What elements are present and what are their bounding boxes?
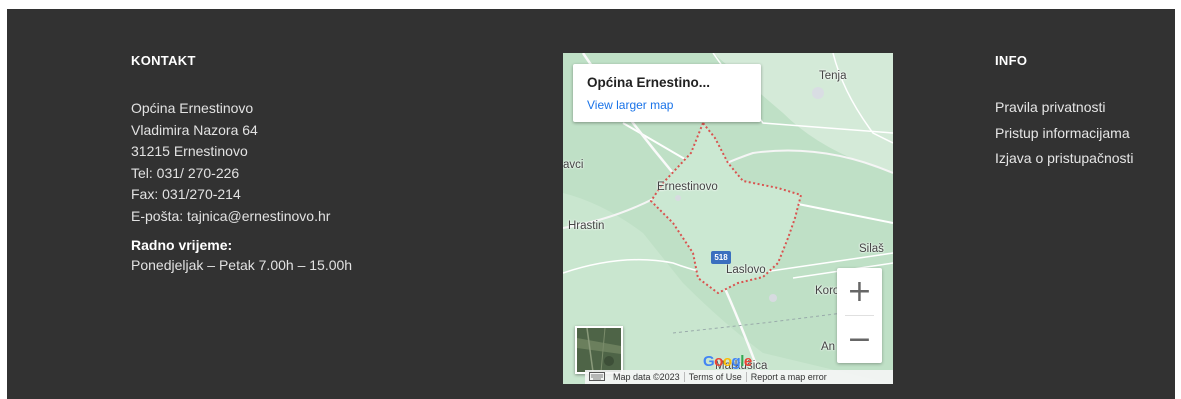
map-zoom-control: + − — [837, 268, 882, 363]
road-number-badge: 518 — [711, 251, 731, 264]
satellite-toggle[interactable] — [575, 326, 623, 374]
map-attribution-bar: Map data ©2023 Terms of Use Report a map… — [585, 370, 893, 384]
map-label-silas: Silaš — [859, 243, 884, 255]
contact-city: 31215 Ernestinovo — [131, 143, 248, 159]
zoom-in-button[interactable]: + — [837, 268, 882, 315]
map-label-ernestinovo: Ernestinovo — [657, 181, 718, 193]
report-map-error-link[interactable]: Report a map error — [747, 372, 831, 382]
info-column: INFO Pravila privatnosti Pristup informa… — [995, 53, 1175, 172]
view-larger-map-link[interactable]: View larger map — [587, 98, 673, 112]
contact-column: KONTAKT Općina Ernestinovo Vladimira Naz… — [131, 53, 461, 277]
map-label-an: An — [821, 341, 836, 353]
satellite-thumbnail-icon — [577, 328, 621, 372]
contact-org-name: Općina Ernestinovo — [131, 100, 254, 116]
accessibility-statement-link[interactable]: Izjava o pristupačnosti — [995, 146, 1175, 172]
zoom-out-button[interactable]: − — [837, 316, 882, 363]
contact-title: KONTAKT — [131, 53, 196, 68]
google-logo: Google — [703, 353, 752, 370]
map-place-card: Općina Ernestino... View larger map — [573, 64, 761, 122]
site-footer: KONTAKT Općina Ernestinovo Vladimira Naz… — [7, 9, 1175, 399]
map-label-tenja: Tenja — [819, 70, 847, 82]
working-hours: Ponedjeljak – Petak 7.00h – 15.00h — [131, 257, 353, 273]
terms-of-use-link[interactable]: Terms of Use — [685, 372, 746, 382]
info-title: INFO — [995, 53, 1028, 68]
contact-phone: Tel: 031/ 270-226 — [131, 164, 240, 181]
map-label-koro: Koro — [815, 285, 840, 297]
working-hours-title: Radno vrijeme: — [131, 237, 233, 253]
map-label-hrastin: Hrastin — [568, 220, 605, 232]
map-label-avci: avci — [563, 159, 584, 171]
contact-email: E-pošta: tajnica@ernestinovo.hr — [131, 207, 331, 224]
privacy-policy-link[interactable]: Pravila privatnosti — [995, 95, 1175, 121]
map-place-title: Općina Ernestino... — [587, 75, 711, 90]
access-to-information-link[interactable]: Pristup informacijama — [995, 121, 1175, 147]
contact-fax: Fax: 031/270-214 — [131, 186, 241, 202]
map-label-laslovo: Laslovo — [726, 264, 766, 276]
map-data-text: Map data ©2023 — [613, 372, 680, 382]
keyboard-shortcuts-icon[interactable] — [585, 371, 609, 383]
contact-street: Vladimira Nazora 64 — [131, 121, 258, 138]
embedded-map[interactable]: Tenja avci Ernestinovo Hrastin Silaš Las… — [563, 53, 893, 384]
